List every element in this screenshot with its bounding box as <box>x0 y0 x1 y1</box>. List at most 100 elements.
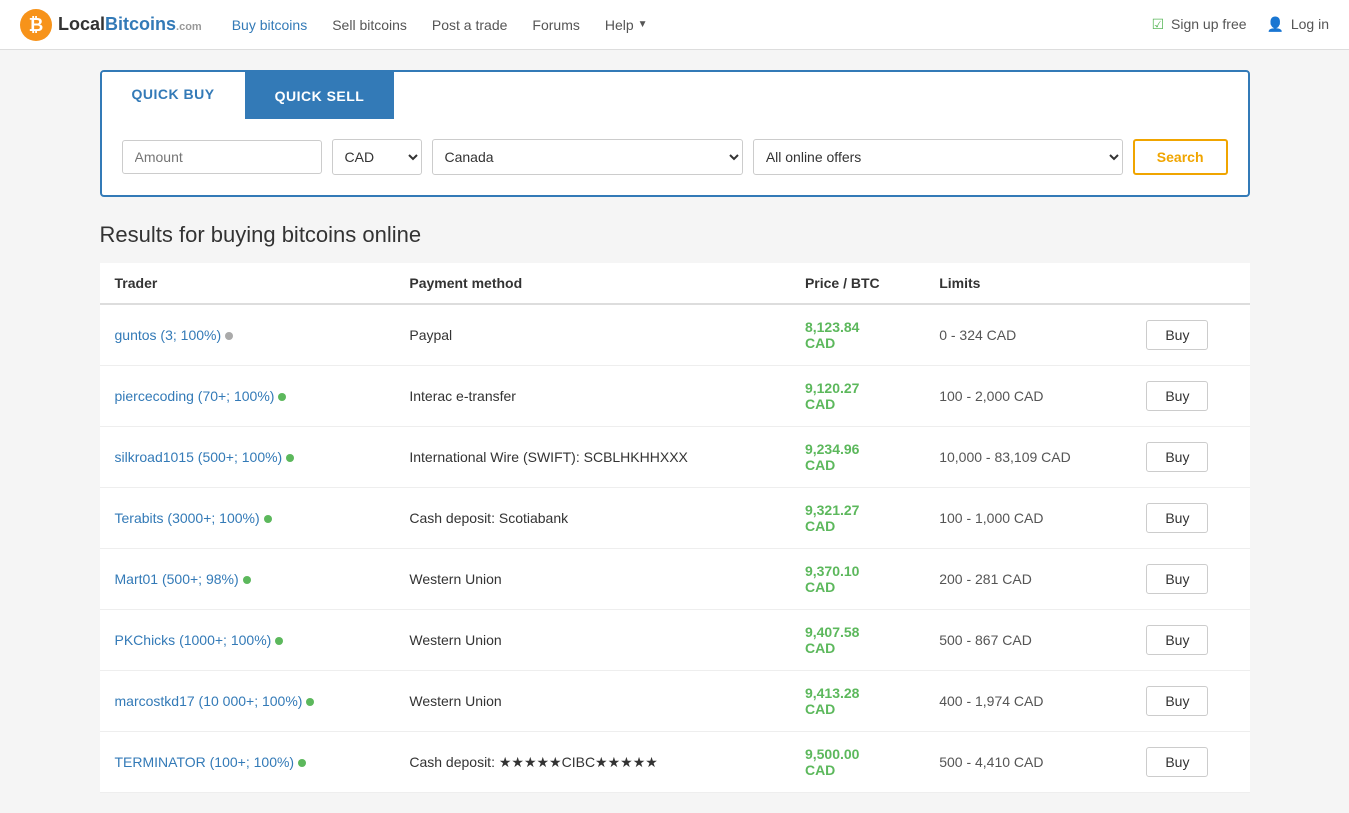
buy-cell: Buy <box>1131 549 1249 610</box>
nav-buy-bitcoins[interactable]: Buy bitcoins <box>232 17 307 33</box>
quick-tabs: QUICK BUY QUICK SELL <box>102 72 1248 119</box>
online-status-icon <box>278 393 286 401</box>
country-select[interactable]: Canada United States United Kingdom Aust… <box>432 139 743 175</box>
trader-link[interactable]: silkroad1015 (500+; 100%) <box>115 449 283 465</box>
trader-cell: TERMINATOR (100+; 100%) <box>100 732 395 793</box>
logo[interactable]: ₿ LocalBitcoins.com <box>20 9 202 41</box>
login-label: Log in <box>1291 16 1329 32</box>
buy-cell: Buy <box>1131 732 1249 793</box>
quick-buy-tab[interactable]: QUICK BUY <box>102 72 245 119</box>
online-status-icon <box>286 454 294 462</box>
login-link[interactable]: 👤 Log in <box>1267 16 1329 33</box>
search-button[interactable]: Search <box>1133 139 1228 175</box>
payment-cell: International Wire (SWIFT): SCBLHKHHXXX <box>394 427 790 488</box>
nav-links: Buy bitcoins Sell bitcoins Post a trade … <box>232 17 1122 33</box>
payment-cell: Paypal <box>394 304 790 366</box>
trader-cell: Mart01 (500+; 98%) <box>100 549 395 610</box>
quick-form: CAD USD EUR GBP Canada United States Uni… <box>102 119 1248 195</box>
trader-link[interactable]: PKChicks (1000+; 100%) <box>115 632 272 648</box>
user-icon: 👤 <box>1267 16 1284 32</box>
logo-icon: ₿ <box>20 9 52 41</box>
price-cell: 9,370.10CAD <box>790 549 924 610</box>
amount-input[interactable] <box>122 140 322 174</box>
price-cell: 9,500.00CAD <box>790 732 924 793</box>
quick-panel: QUICK BUY QUICK SELL CAD USD EUR GBP Can… <box>100 70 1250 197</box>
trader-cell: Terabits (3000+; 100%) <box>100 488 395 549</box>
limits-cell: 100 - 1,000 CAD <box>924 488 1131 549</box>
payment-cell: Interac e-transfer <box>394 366 790 427</box>
buy-button[interactable]: Buy <box>1146 686 1208 716</box>
results-tbody: guntos (3; 100%) Paypal8,123.84CAD0 - 324… <box>100 304 1250 793</box>
payment-cell: Cash deposit: Scotiabank <box>394 488 790 549</box>
trader-cell: piercecoding (70+; 100%) <box>100 366 395 427</box>
main-content: QUICK BUY QUICK SELL CAD USD EUR GBP Can… <box>85 70 1265 793</box>
svg-text:₿: ₿ <box>29 15 44 35</box>
online-status-icon <box>275 637 283 645</box>
buy-cell: Buy <box>1131 488 1249 549</box>
col-payment: Payment method <box>394 263 790 304</box>
buy-button[interactable]: Buy <box>1146 442 1208 472</box>
limits-cell: 10,000 - 83,109 CAD <box>924 427 1131 488</box>
buy-button[interactable]: Buy <box>1146 564 1208 594</box>
currency-select[interactable]: CAD USD EUR GBP <box>332 139 422 175</box>
buy-cell: Buy <box>1131 610 1249 671</box>
navbar: ₿ LocalBitcoins.com Buy bitcoins Sell bi… <box>0 0 1349 50</box>
nav-post-trade[interactable]: Post a trade <box>432 17 508 33</box>
buy-button[interactable]: Buy <box>1146 625 1208 655</box>
buy-cell: Buy <box>1131 671 1249 732</box>
results-table: Trader Payment method Price / BTC Limits… <box>100 263 1250 793</box>
trader-cell: PKChicks (1000+; 100%) <box>100 610 395 671</box>
offline-status-icon <box>225 332 233 340</box>
offer-select[interactable]: All online offers Paypal Interac e-trans… <box>753 139 1123 175</box>
trader-link[interactable]: Mart01 (500+; 98%) <box>115 571 239 587</box>
nav-help-label: Help <box>605 17 634 33</box>
nav-right: ☑ Sign up free 👤 Log in <box>1152 16 1329 33</box>
col-price: Price / BTC <box>790 263 924 304</box>
price-cell: 9,407.58CAD <box>790 610 924 671</box>
buy-button[interactable]: Buy <box>1146 381 1208 411</box>
quick-sell-tab[interactable]: QUICK SELL <box>245 72 395 119</box>
col-limits: Limits <box>924 263 1131 304</box>
col-action <box>1131 263 1249 304</box>
limits-cell: 500 - 4,410 CAD <box>924 732 1131 793</box>
price-cell: 9,120.27CAD <box>790 366 924 427</box>
trader-cell: marcostkd17 (10 000+; 100%) <box>100 671 395 732</box>
online-status-icon <box>243 576 251 584</box>
trader-link[interactable]: marcostkd17 (10 000+; 100%) <box>115 693 303 709</box>
buy-cell: Buy <box>1131 366 1249 427</box>
trader-link[interactable]: Terabits (3000+; 100%) <box>115 510 260 526</box>
nav-help[interactable]: Help ▼ <box>605 17 648 33</box>
payment-cell: Western Union <box>394 671 790 732</box>
table-row: piercecoding (70+; 100%) Interac e-transf… <box>100 366 1250 427</box>
trader-cell: guntos (3; 100%) <box>100 304 395 366</box>
limits-cell: 500 - 867 CAD <box>924 610 1131 671</box>
buy-button[interactable]: Buy <box>1146 503 1208 533</box>
limits-cell: 100 - 2,000 CAD <box>924 366 1131 427</box>
price-cell: 9,234.96CAD <box>790 427 924 488</box>
online-status-icon <box>298 759 306 767</box>
buy-cell: Buy <box>1131 304 1249 366</box>
limits-cell: 0 - 324 CAD <box>924 304 1131 366</box>
trader-link[interactable]: piercecoding (70+; 100%) <box>115 388 275 404</box>
buy-button[interactable]: Buy <box>1146 320 1208 350</box>
buy-cell: Buy <box>1131 427 1249 488</box>
chevron-down-icon: ▼ <box>638 19 648 30</box>
signup-label: Sign up free <box>1171 16 1247 32</box>
table-row: Terabits (3000+; 100%) Cash deposit: Scot… <box>100 488 1250 549</box>
table-header: Trader Payment method Price / BTC Limits <box>100 263 1250 304</box>
price-cell: 8,123.84CAD <box>790 304 924 366</box>
buy-button[interactable]: Buy <box>1146 747 1208 777</box>
signup-link[interactable]: ☑ Sign up free <box>1152 16 1247 33</box>
trader-link[interactable]: guntos (3; 100%) <box>115 327 222 343</box>
nav-sell-bitcoins[interactable]: Sell bitcoins <box>332 17 407 33</box>
nav-forums[interactable]: Forums <box>532 17 579 33</box>
logo-text: LocalBitcoins.com <box>58 14 202 35</box>
online-status-icon <box>264 515 272 523</box>
table-row: marcostkd17 (10 000+; 100%) Western Union… <box>100 671 1250 732</box>
trader-cell: silkroad1015 (500+; 100%) <box>100 427 395 488</box>
table-row: guntos (3; 100%) Paypal8,123.84CAD0 - 324… <box>100 304 1250 366</box>
payment-cell: Western Union <box>394 610 790 671</box>
col-trader: Trader <box>100 263 395 304</box>
price-cell: 9,321.27CAD <box>790 488 924 549</box>
table-row: silkroad1015 (500+; 100%) International W… <box>100 427 1250 488</box>
